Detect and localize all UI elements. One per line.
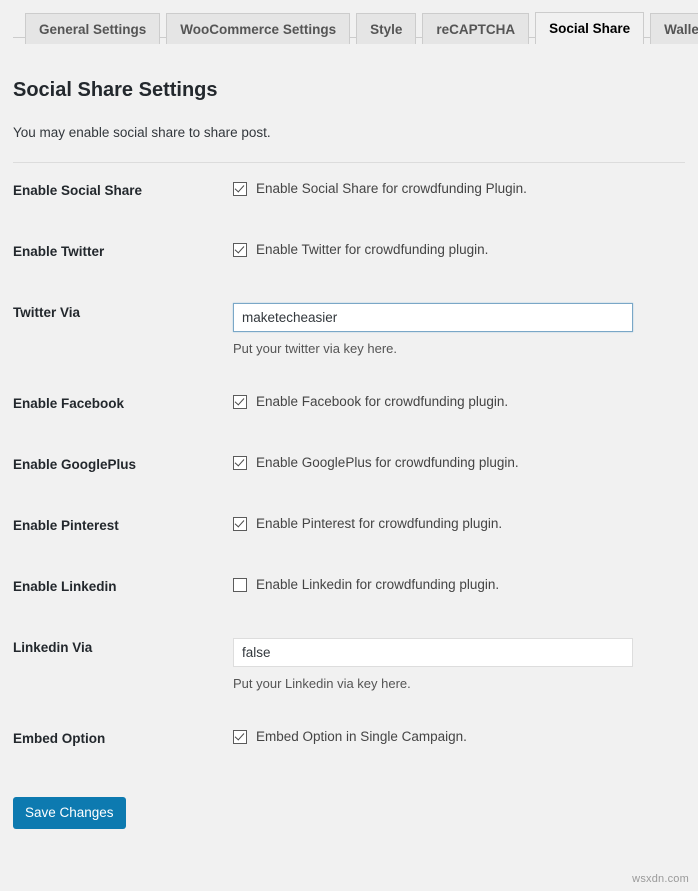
checkbox-row-enable-googleplus[interactable]: Enable GooglePlus for crowdfunding plugi… (233, 455, 685, 471)
settings-table: Enable Social Share Enable Social Share f… (13, 163, 685, 772)
checkbox-checked-icon[interactable] (233, 456, 247, 470)
field-label-enable-facebook: Enable Facebook (13, 376, 233, 437)
checkbox-checked-icon[interactable] (233, 182, 247, 196)
field-control-enable-twitter: Enable Twitter for crowdfunding plugin. (233, 224, 685, 285)
field-control-enable-facebook: Enable Facebook for crowdfunding plugin. (233, 376, 685, 437)
settings-row: Enable GooglePlus Enable GooglePlus for c… (13, 437, 685, 498)
field-label-twitter-via: Twitter Via (13, 285, 233, 376)
settings-row: Linkedin ViaPut your Linkedin via key he… (13, 620, 685, 711)
checkbox-label[interactable]: Enable Twitter for crowdfunding plugin. (256, 242, 488, 258)
checkbox-checked-icon[interactable] (233, 517, 247, 531)
checkbox-unchecked-icon[interactable] (233, 578, 247, 592)
field-label-enable-twitter: Enable Twitter (13, 224, 233, 285)
settings-row: Enable Twitter Enable Twitter for crowdfu… (13, 224, 685, 285)
settings-row: Enable Pinterest Enable Pinterest for cro… (13, 498, 685, 559)
checkbox-row-enable-linkedin[interactable]: Enable Linkedin for crowdfunding plugin. (233, 577, 685, 593)
checkbox-checked-icon[interactable] (233, 730, 247, 744)
field-label-enable-social-share: Enable Social Share (13, 163, 233, 224)
field-control-linkedin-via: Put your Linkedin via key here. (233, 620, 685, 711)
field-label-embed-option: Embed Option (13, 711, 233, 772)
checkbox-label[interactable]: Enable Facebook for crowdfunding plugin. (256, 394, 508, 410)
settings-row: Twitter ViaPut your twitter via key here… (13, 285, 685, 376)
page-header: Social Share Settings You may enable soc… (0, 44, 698, 163)
checkbox-row-embed-option[interactable]: Embed Option in Single Campaign. (233, 729, 685, 745)
text-input-twitter-via[interactable] (233, 303, 633, 332)
checkbox-label[interactable]: Enable Linkedin for crowdfunding plugin. (256, 577, 499, 593)
field-control-enable-googleplus: Enable GooglePlus for crowdfunding plugi… (233, 437, 685, 498)
settings-form: Enable Social Share Enable Social Share f… (0, 163, 698, 772)
submit-area: Save Changes (0, 772, 698, 830)
field-help-text: Put your twitter via key here. (233, 341, 685, 358)
tab-wallet[interactable]: Wallet (650, 13, 698, 44)
checkbox-label[interactable]: Enable Social Share for crowdfunding Plu… (256, 181, 527, 197)
page-title: Social Share Settings (13, 78, 685, 102)
save-changes-button[interactable]: Save Changes (13, 797, 126, 830)
field-label-enable-googleplus: Enable GooglePlus (13, 437, 233, 498)
checkbox-checked-icon[interactable] (233, 395, 247, 409)
settings-row: Enable Social Share Enable Social Share f… (13, 163, 685, 224)
field-label-linkedin-via: Linkedin Via (13, 620, 233, 711)
site-watermark: wsxdn.com (632, 873, 689, 885)
page-description: You may enable social share to share pos… (13, 124, 685, 143)
settings-row: Embed Option Embed Option in Single Campa… (13, 711, 685, 772)
field-control-enable-pinterest: Enable Pinterest for crowdfunding plugin… (233, 498, 685, 559)
checkbox-row-enable-twitter[interactable]: Enable Twitter for crowdfunding plugin. (233, 242, 685, 258)
checkbox-checked-icon[interactable] (233, 243, 247, 257)
checkbox-row-enable-pinterest[interactable]: Enable Pinterest for crowdfunding plugin… (233, 516, 685, 532)
checkbox-label[interactable]: Enable Pinterest for crowdfunding plugin… (256, 516, 502, 532)
checkbox-label[interactable]: Embed Option in Single Campaign. (256, 729, 467, 745)
checkbox-row-enable-social-share[interactable]: Enable Social Share for crowdfunding Plu… (233, 181, 685, 197)
tab-social-share[interactable]: Social Share (535, 12, 644, 44)
field-control-twitter-via: Put your twitter via key here. (233, 285, 685, 376)
tab-woocommerce-settings[interactable]: WooCommerce Settings (166, 13, 350, 44)
field-control-enable-linkedin: Enable Linkedin for crowdfunding plugin. (233, 559, 685, 620)
checkbox-label[interactable]: Enable GooglePlus for crowdfunding plugi… (256, 455, 519, 471)
field-label-enable-linkedin: Enable Linkedin (13, 559, 233, 620)
field-control-embed-option: Embed Option in Single Campaign. (233, 711, 685, 772)
field-control-enable-social-share: Enable Social Share for crowdfunding Plu… (233, 163, 685, 224)
tab-style[interactable]: Style (356, 13, 416, 44)
settings-tab-strip: General SettingsWooCommerce SettingsStyl… (0, 0, 698, 44)
text-input-linkedin-via[interactable] (233, 638, 633, 667)
checkbox-row-enable-facebook[interactable]: Enable Facebook for crowdfunding plugin. (233, 394, 685, 410)
field-help-text: Put your Linkedin via key here. (233, 676, 685, 693)
field-label-enable-pinterest: Enable Pinterest (13, 498, 233, 559)
settings-row: Enable Linkedin Enable Linkedin for crowd… (13, 559, 685, 620)
tab-general-settings[interactable]: General Settings (25, 13, 160, 44)
tab-recaptcha[interactable]: reCAPTCHA (422, 13, 529, 44)
settings-row: Enable Facebook Enable Facebook for crowd… (13, 376, 685, 437)
